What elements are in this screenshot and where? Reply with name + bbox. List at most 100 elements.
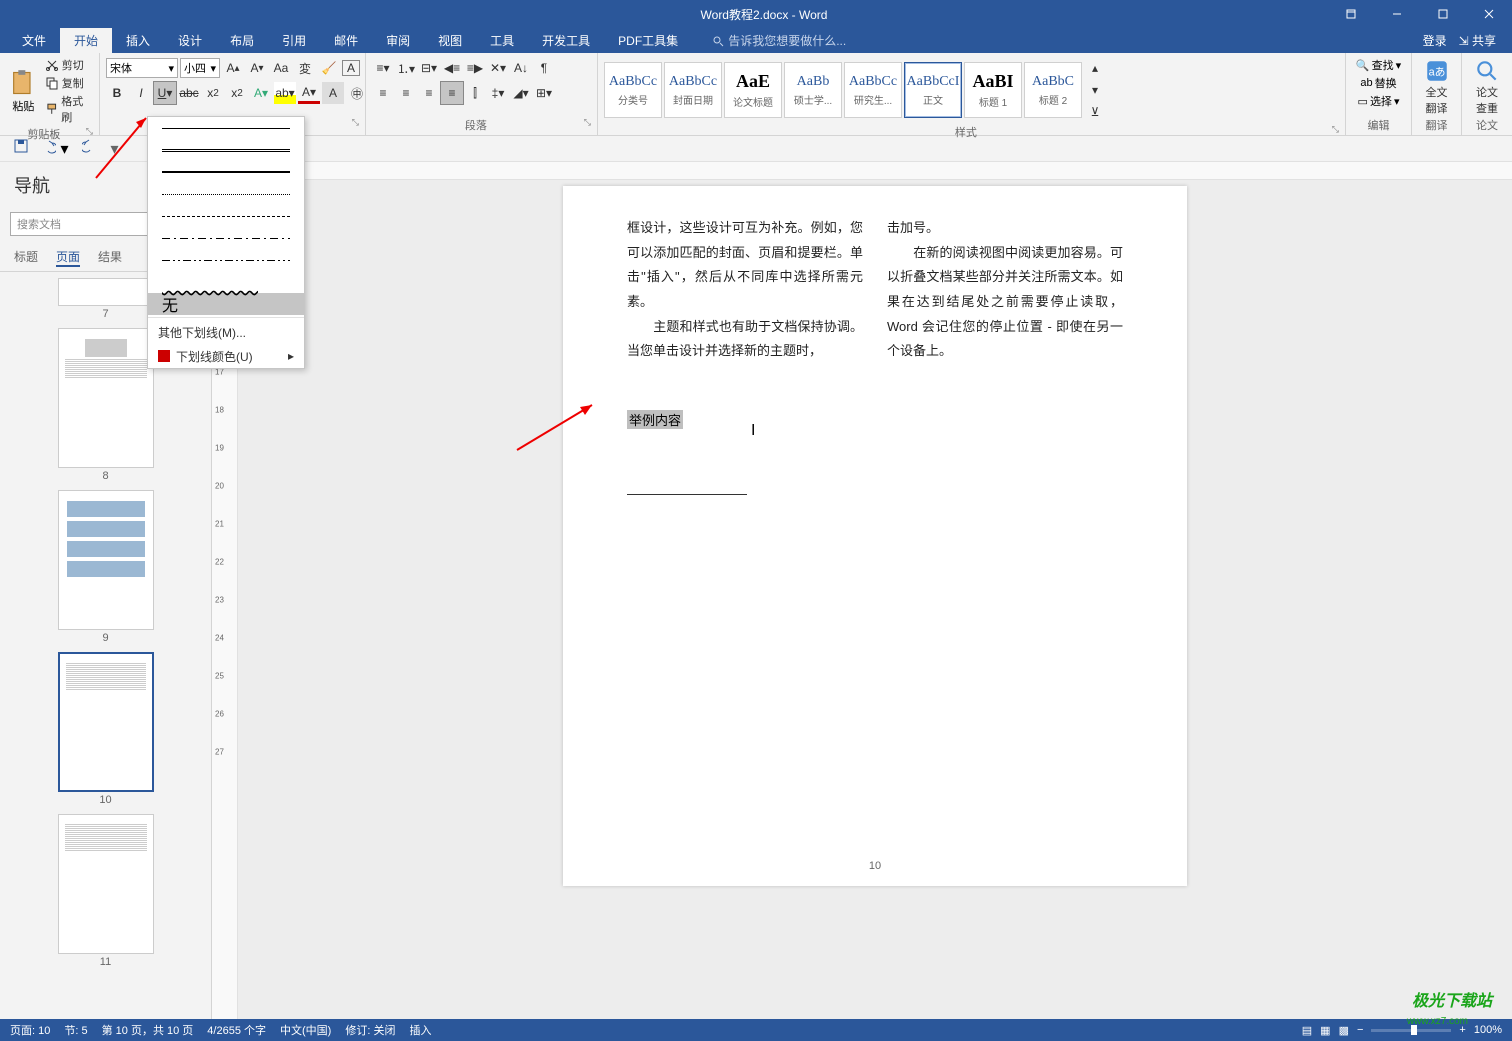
ribbon-options-button[interactable] xyxy=(1328,0,1374,28)
underline-style-thick[interactable] xyxy=(148,161,304,183)
page-thumbnail[interactable] xyxy=(58,652,154,792)
redo-button[interactable] xyxy=(82,139,96,158)
styles-gallery[interactable]: AaBbCc分类号AaBbCc封面日期AaE论文标题AaBb硕士学... AaBb… xyxy=(604,62,1082,118)
styles-scroll-down[interactable]: ▾ xyxy=(1084,79,1106,101)
borders-button[interactable]: ⊞▾ xyxy=(533,82,555,104)
underline-color[interactable]: 下划线颜色(U)▸ xyxy=(148,344,304,368)
tab-review[interactable]: 审阅 xyxy=(372,28,424,53)
show-marks-button[interactable]: ¶ xyxy=(533,57,555,79)
view-web-button[interactable]: ▩ xyxy=(1339,1024,1349,1037)
shading-button[interactable]: ◢▾ xyxy=(510,82,532,104)
share-button[interactable]: ⇲ 共享 xyxy=(1459,32,1496,49)
qat-customize[interactable]: ▾ xyxy=(110,139,118,159)
underline-style-dash-dot-dot[interactable] xyxy=(148,249,304,271)
status-page[interactable]: 页面: 10 xyxy=(10,1022,50,1038)
sort-button[interactable]: A↓ xyxy=(510,57,532,79)
page-thumbnail[interactable] xyxy=(58,490,154,630)
justify-button[interactable]: ≡ xyxy=(441,82,463,104)
tab-file[interactable]: 文件 xyxy=(8,28,60,53)
login-link[interactable]: 登录 xyxy=(1423,32,1447,49)
align-right-button[interactable]: ≡ xyxy=(418,82,440,104)
nav-tab-pages[interactable]: 页面 xyxy=(56,248,80,267)
tab-references[interactable]: 引用 xyxy=(268,28,320,53)
highlight-button[interactable]: ab▾ xyxy=(274,82,296,104)
tab-developer[interactable]: 开发工具 xyxy=(528,28,604,53)
styles-expand[interactable]: ⊻ xyxy=(1084,101,1106,123)
view-print-button[interactable]: ▦ xyxy=(1320,1024,1330,1037)
style-item[interactable]: AaE论文标题 xyxy=(724,62,782,118)
underline-style-dashed[interactable] xyxy=(148,205,304,227)
style-item[interactable]: AaBb硕士学... xyxy=(784,62,842,118)
numbering-button[interactable]: ⒈▾ xyxy=(395,57,417,79)
phonetic-guide-button[interactable]: 変 xyxy=(294,57,316,79)
bullets-button[interactable]: ≡▾ xyxy=(372,57,394,79)
underline-more[interactable]: 其他下划线(M)... xyxy=(148,320,304,344)
style-item[interactable]: AaBI标题 1 xyxy=(964,62,1022,118)
char-border-button[interactable]: A xyxy=(342,60,360,76)
line-spacing-button[interactable]: ‡▾ xyxy=(487,82,509,104)
underline-style-double[interactable] xyxy=(148,139,304,161)
replace-button[interactable]: ab 替换 xyxy=(1360,75,1396,91)
status-pages[interactable]: 第 10 页，共 10 页 xyxy=(102,1022,194,1038)
style-item[interactable]: AaBbCc分类号 xyxy=(604,62,662,118)
nav-tab-headings[interactable]: 标题 xyxy=(14,248,38,267)
font-color-button[interactable]: A▾ xyxy=(298,82,320,104)
save-button[interactable] xyxy=(14,139,28,158)
tab-layout[interactable]: 布局 xyxy=(216,28,268,53)
bold-button[interactable]: B xyxy=(106,82,128,104)
page-thumbnail[interactable] xyxy=(58,278,154,306)
zoom-out-button[interactable]: − xyxy=(1357,1024,1363,1036)
close-window-button[interactable] xyxy=(1466,0,1512,28)
copy-button[interactable]: 复制 xyxy=(45,75,93,91)
undo-button[interactable]: ▾ xyxy=(42,139,68,159)
shrink-font-button[interactable]: A▾ xyxy=(246,57,268,79)
strikethrough-button[interactable]: abc xyxy=(178,82,200,104)
zoom-value[interactable]: 100% xyxy=(1474,1024,1502,1036)
style-item[interactable]: AaBbCc封面日期 xyxy=(664,62,722,118)
plagiarism-button[interactable]: 论文查重 xyxy=(1468,58,1506,116)
tab-insert[interactable]: 插入 xyxy=(112,28,164,53)
underline-button[interactable]: U ▾ xyxy=(154,82,176,104)
italic-button[interactable]: I xyxy=(130,82,152,104)
subscript-button[interactable]: x2 xyxy=(202,82,224,104)
selected-text[interactable]: 举例内容 xyxy=(627,410,683,429)
decrease-indent-button[interactable]: ◀≡ xyxy=(441,57,463,79)
increase-indent-button[interactable]: ≡▶ xyxy=(464,57,486,79)
find-button[interactable]: 🔍 查找 ▾ xyxy=(1356,57,1401,73)
page-thumbnail[interactable] xyxy=(58,328,154,468)
format-painter-button[interactable]: 格式刷 xyxy=(45,93,93,125)
asian-layout-button[interactable]: ✕▾ xyxy=(487,57,509,79)
minimize-button[interactable] xyxy=(1374,0,1420,28)
grow-font-button[interactable]: A▴ xyxy=(222,57,244,79)
maximize-button[interactable] xyxy=(1420,0,1466,28)
tab-pdf[interactable]: PDF工具集 xyxy=(604,28,692,53)
style-item[interactable]: AaBbC标题 2 xyxy=(1024,62,1082,118)
view-read-button[interactable]: ▤ xyxy=(1302,1024,1312,1037)
document-canvas[interactable]: 框设计，这些设计可互为补充。例如，您可以添加匹配的封面、页眉和提要栏。单击"插入… xyxy=(238,162,1512,1019)
tab-home[interactable]: 开始 xyxy=(60,28,112,53)
change-case-button[interactable]: Aa xyxy=(270,57,292,79)
zoom-slider[interactable] xyxy=(1371,1029,1451,1032)
status-words[interactable]: 4/2655 个字 xyxy=(207,1022,266,1038)
style-item[interactable]: AaBbCcI正文 xyxy=(904,62,962,118)
tab-mailings[interactable]: 邮件 xyxy=(320,28,372,53)
underline-style-dotted[interactable] xyxy=(148,183,304,205)
superscript-button[interactable]: x2 xyxy=(226,82,248,104)
align-center-button[interactable]: ≡ xyxy=(395,82,417,104)
select-button[interactable]: ▭ 选择 ▾ xyxy=(1358,93,1400,109)
underline-none[interactable]: 无 xyxy=(148,293,304,315)
status-lang[interactable]: 中文(中国) xyxy=(280,1022,331,1038)
tab-design[interactable]: 设计 xyxy=(164,28,216,53)
underline-style-dash-dot[interactable] xyxy=(148,227,304,249)
font-name-combo[interactable]: 宋体▾ xyxy=(106,58,178,78)
font-size-combo[interactable]: 小四▾ xyxy=(180,58,220,78)
status-track[interactable]: 修订: 关闭 xyxy=(345,1022,395,1038)
multilevel-list-button[interactable]: ⊟▾ xyxy=(418,57,440,79)
nav-tab-results[interactable]: 结果 xyxy=(98,248,122,267)
status-section[interactable]: 节: 5 xyxy=(64,1022,87,1038)
align-left-button[interactable]: ≡ xyxy=(372,82,394,104)
underline-style-single[interactable] xyxy=(148,117,304,139)
text-effects-button[interactable]: A▾ xyxy=(250,82,272,104)
tell-me-search[interactable]: 告诉我您想要做什么... xyxy=(712,32,846,49)
tab-view[interactable]: 视图 xyxy=(424,28,476,53)
